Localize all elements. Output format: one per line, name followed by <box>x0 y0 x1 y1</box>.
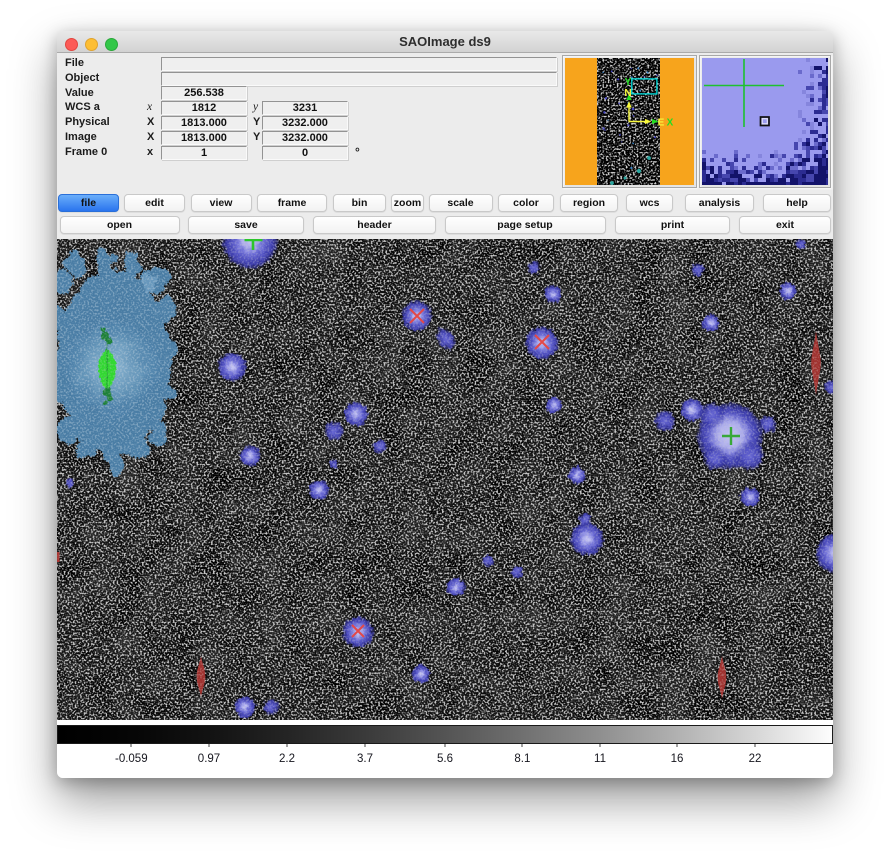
svg-text:E: E <box>658 118 665 129</box>
svg-text:X: X <box>667 118 674 129</box>
svg-text:N: N <box>624 88 631 99</box>
svg-text:Y: Y <box>625 77 632 88</box>
